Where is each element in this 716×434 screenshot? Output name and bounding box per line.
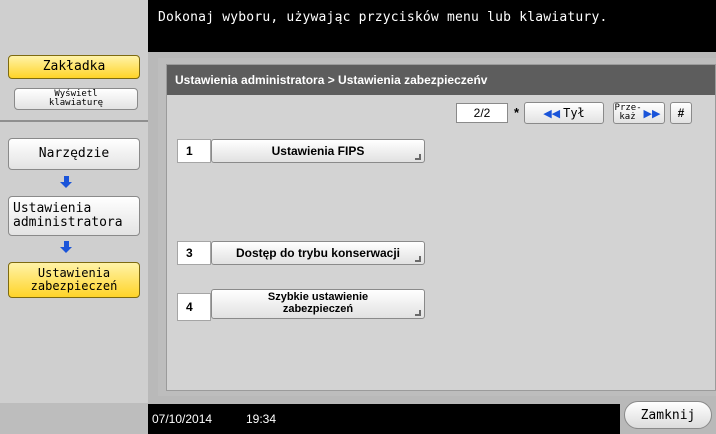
status-date: 07/10/2014 bbox=[152, 412, 213, 426]
tab-button[interactable]: Zakładka bbox=[8, 55, 140, 79]
double-chevron-right-icon: ▶▶ bbox=[643, 107, 661, 120]
next-button[interactable]: Prze- każ ▶▶ bbox=[613, 102, 665, 124]
fips-settings-button[interactable]: Ustawienia FIPS bbox=[211, 139, 425, 163]
status-time: 19:34 bbox=[246, 412, 277, 426]
page-indicator: 2/2 bbox=[456, 103, 508, 123]
path-security-settings-button[interactable]: Ustawienia zabezpieczeń bbox=[8, 262, 140, 298]
show-keyboard-button[interactable]: Wyświetl klawiaturę bbox=[14, 88, 138, 110]
message-bar: Dokonaj wyboru, używając przycisków menu… bbox=[148, 0, 716, 52]
corner-marker-icon bbox=[415, 154, 421, 160]
maintenance-access-button[interactable]: Dostęp do trybu konserwacji bbox=[211, 241, 425, 265]
sidebar: Zakładka Wyświetl klawiaturę Narzędzie U… bbox=[0, 0, 148, 434]
item-label: Dostęp do trybu konserwacji bbox=[235, 245, 401, 260]
breadcrumb: Ustawienia administratora > Ustawienia z… bbox=[175, 73, 488, 87]
quick-security-setting-button[interactable]: Szybkie ustawienie zabezpieczeń bbox=[211, 289, 425, 319]
item-label: Ustawienia FIPS bbox=[271, 143, 365, 158]
status-bar: 07/10/2014 19:34 bbox=[148, 404, 620, 434]
item-number: 4 bbox=[177, 293, 211, 321]
path-admin-settings-button[interactable]: Ustawienia administratora bbox=[8, 196, 140, 236]
breadcrumb-bar: Ustawienia administratora > Ustawienia z… bbox=[167, 65, 715, 95]
sidebar-divider bbox=[0, 120, 148, 122]
hash-key-button[interactable]: # bbox=[670, 102, 692, 124]
instruction-text: Dokonaj wyboru, używając przycisków menu… bbox=[158, 10, 608, 25]
back-button[interactable]: ◀◀ Tył bbox=[524, 102, 604, 124]
close-button[interactable]: Zamknij bbox=[624, 401, 712, 429]
corner-marker-icon bbox=[415, 310, 421, 316]
path-tools-button[interactable]: Narzędzie bbox=[8, 138, 140, 170]
corner-marker-icon bbox=[415, 256, 421, 262]
item-number: 1 bbox=[177, 139, 211, 163]
sidebar-footer bbox=[0, 403, 148, 434]
star-key-label: * bbox=[514, 105, 520, 120]
item-label: Szybkie ustawienie zabezpieczeń bbox=[267, 291, 369, 315]
back-label: Tył bbox=[563, 106, 585, 120]
main-panel: Ustawienia administratora > Ustawienia z… bbox=[158, 58, 716, 396]
settings-panel: Ustawienia administratora > Ustawienia z… bbox=[166, 64, 716, 391]
item-number: 3 bbox=[177, 241, 211, 265]
next-label: Prze- każ bbox=[614, 103, 642, 122]
double-chevron-left-icon: ◀◀ bbox=[543, 107, 561, 120]
